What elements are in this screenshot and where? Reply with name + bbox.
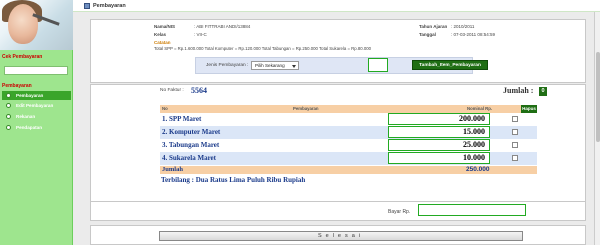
tambah-item-button[interactable]: Tambah_Item_Pembayaran: [412, 60, 488, 70]
item-name: 4. Sukarela Maret: [162, 154, 216, 162]
nav-heading: Pembayaran: [2, 83, 32, 89]
sidebar-item-pendapatan[interactable]: Pendapatan: [2, 123, 71, 132]
kelas-value: : VII-C: [194, 32, 207, 37]
header-nominal: Nominal Rp.: [467, 106, 493, 111]
hapus-checkbox[interactable]: [512, 142, 518, 148]
faktur-value: 5564: [191, 86, 207, 95]
bayar-input[interactable]: [418, 204, 526, 216]
bayar-label: Bayar Rp.: [388, 209, 411, 215]
header-hapus: Hapus: [521, 105, 537, 113]
bullet-icon: [6, 114, 11, 119]
item-nominal[interactable]: 15.000: [388, 126, 490, 138]
sidebar-item-edit-pembayaran[interactable]: Edit Pembayaran: [2, 101, 71, 110]
chevron-down-icon: [292, 65, 296, 68]
tanggal-label: Tanggal: [419, 32, 436, 37]
header-no: No: [162, 106, 168, 111]
bullet-icon: [6, 93, 11, 98]
total-label: Jumlah: [162, 166, 183, 173]
item-name: 3. Tabungan Maret: [162, 141, 220, 149]
nama-label: Nama/NIS: [154, 24, 176, 29]
tahun-value: : 2010/2011: [451, 24, 475, 29]
catatan-label: Catatan: [154, 40, 171, 45]
selesai-button[interactable]: Selesai: [159, 231, 523, 241]
table-row: 2. Komputer Maret 15.000: [160, 126, 537, 139]
bayar-panel: Bayar Rp.: [90, 201, 586, 221]
sidebar: Cek Pembayaran Pembayaran Pembayaran Edi…: [0, 0, 73, 245]
kelas-label: Kelas: [154, 32, 167, 37]
item-nominal[interactable]: 25.000: [388, 139, 490, 151]
item-name: 2. Komputer Maret: [162, 128, 221, 136]
header-pembayaran: Pembayaran: [293, 106, 319, 111]
page-header: Pembayaran: [73, 0, 600, 12]
totals-summary: Total SPP = Rp.1.600.000 Total Komputer …: [154, 46, 371, 51]
cek-pembayaran-heading: Cek Pembayaran: [2, 54, 43, 60]
tanggal-value: : 07-03-2011 08:54:59: [451, 32, 495, 37]
total-value: 250.000: [466, 166, 490, 173]
total-row: Jumlah 250.000: [160, 166, 537, 174]
page-icon: [84, 3, 90, 9]
cek-pembayaran-input[interactable]: [4, 66, 68, 75]
student-info-panel: Nama/NIS : ABI FITTRABI ANDI/13884 Kelas…: [90, 19, 586, 83]
jumlah-count-label: Jumlah :: [503, 86, 534, 95]
table-row: 3. Tabungan Maret 25.000: [160, 139, 537, 152]
table-row: 4. Sukarela Maret 10.000: [160, 152, 537, 165]
bullet-icon: [6, 125, 11, 130]
table-header: No Pembayaran Nominal Rp.: [160, 105, 521, 113]
item-nominal[interactable]: 10.000: [388, 152, 490, 164]
faktur-label: No Faktur :: [160, 88, 184, 93]
invoice-panel: No Faktur : 5564 Jumlah : 0 No Pembayara…: [90, 84, 586, 203]
tahun-label: Tahun Ajaran: [419, 24, 448, 29]
page-title: Pembayaran: [93, 3, 126, 9]
sidebar-item-pembayaran[interactable]: Pembayaran: [2, 91, 71, 100]
hapus-checkbox[interactable]: [512, 129, 518, 135]
kode-input[interactable]: [368, 58, 388, 72]
item-nominal[interactable]: 200.000: [388, 113, 490, 125]
hapus-checkbox[interactable]: [512, 155, 518, 161]
bullet-icon: [6, 103, 11, 108]
scrollbar-thumb[interactable]: [596, 52, 600, 142]
sidebar-item-rekanan[interactable]: Rekanan: [2, 112, 71, 121]
jenis-pembayaran-select[interactable]: Pilih Sekarang: [251, 61, 299, 70]
main-content: Nama/NIS : ABI FITTRABI ANDI/13884 Kelas…: [73, 12, 600, 245]
jumlah-count-badge: 0: [539, 87, 547, 96]
app-root: Cek Pembayaran Pembayaran Pembayaran Edi…: [0, 0, 600, 245]
table-row: 1. SPP Maret 200.000: [160, 113, 537, 126]
header-photo: [0, 0, 73, 50]
vertical-scrollbar[interactable]: [594, 12, 600, 245]
terbilang-text: Terbilang : Dua Ratus Lima Puluh Ribu Ru…: [161, 176, 306, 184]
nama-value: : ABI FITTRABI ANDI/13884: [194, 24, 251, 29]
item-name: 1. SPP Maret: [162, 115, 202, 123]
selesai-panel: Selesai: [90, 225, 586, 245]
hapus-checkbox[interactable]: [512, 116, 518, 122]
jenis-label: Jenis Pembayaran :: [206, 63, 249, 68]
